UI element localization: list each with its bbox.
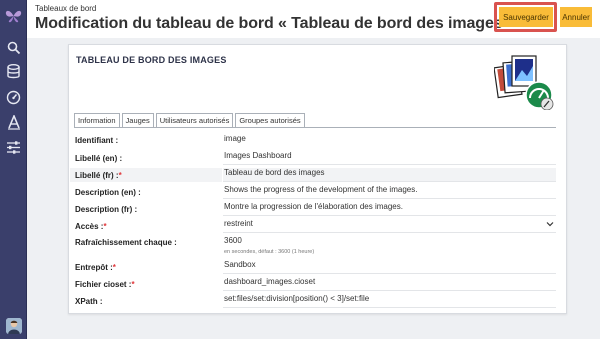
field-label-xpath: XPath :: [75, 297, 103, 306]
user-avatar[interactable]: [6, 318, 22, 334]
field-input-libelle-fr[interactable]: Tableau de bord des images: [223, 168, 556, 182]
breadcrumb[interactable]: Tableaux de bord: [35, 4, 96, 13]
field-input-libelle-en[interactable]: Images Dashboard: [223, 151, 556, 165]
page-title: Modification du tableau de bord « Tablea…: [35, 15, 516, 32]
form-tabs: Information Jauges Utilisateurs autorisé…: [74, 113, 305, 127]
field-label-libelle-en: Libellé (en) :: [75, 154, 123, 163]
field-label-entrepot: Entrepôt :*: [75, 263, 116, 272]
butterfly-logo-icon[interactable]: [4, 6, 23, 25]
card-title-text: Tableau de bord des images: [76, 55, 227, 65]
database-icon[interactable]: [4, 62, 23, 81]
required-marker: *: [131, 280, 135, 289]
typography-icon[interactable]: [4, 113, 23, 132]
field-label-description-en: Description (en) :: [75, 188, 141, 197]
field-input-rafraichissement[interactable]: 3600: [223, 236, 556, 250]
sliders-icon[interactable]: [4, 138, 23, 157]
field-input-description-fr[interactable]: Montre la progression de l'élaboration d…: [223, 202, 556, 216]
field-input-xpath[interactable]: set:files/set:division[position() < 3]/s…: [223, 294, 556, 308]
tab-divider: [74, 127, 556, 128]
required-marker: *: [118, 171, 122, 180]
field-label-acces: Accès :*: [75, 222, 107, 231]
field-hint-rafraichissement: en secondes, défaut : 3600 (1 heure): [224, 249, 315, 255]
field-input-description-en[interactable]: Shows the progress of the development of…: [223, 185, 556, 199]
field-label-fichier-cioset: Fichier cioset :*: [75, 280, 135, 289]
field-select-acces[interactable]: restreint: [223, 219, 556, 233]
save-button[interactable]: Sauvegarder: [499, 7, 553, 27]
tab-groupes-autorises[interactable]: Groupes autorisés: [235, 113, 305, 127]
sidebar: [0, 0, 27, 339]
select-value: restreint: [224, 219, 253, 228]
cancel-button[interactable]: Annuler: [560, 7, 592, 27]
field-label-libelle-fr: Libellé (fr) :*: [75, 171, 122, 180]
search-icon[interactable]: [4, 38, 23, 57]
tab-information[interactable]: Information: [74, 113, 120, 127]
dashboard-images-icon: [493, 52, 556, 111]
required-marker: *: [103, 222, 107, 231]
field-input-entrepot[interactable]: Sandbox: [223, 260, 556, 274]
card-title: Tableau de bord des images: [76, 55, 227, 65]
field-label-description-fr: Description (fr) :: [75, 205, 138, 214]
field-label-rafraichissement: Rafraîchissement chaque :: [75, 238, 177, 247]
tab-utilisateurs-autorises[interactable]: Utilisateurs autorisés: [155, 113, 234, 127]
field-input-fichier-cioset[interactable]: dashboard_images.cioset: [223, 277, 556, 291]
field-value-identifiant: image: [224, 134, 246, 143]
dashboard-gauge-icon[interactable]: [4, 88, 23, 107]
required-marker: *: [112, 263, 116, 272]
tab-jauges[interactable]: Jauges: [121, 113, 154, 127]
chevron-down-icon: [546, 220, 554, 230]
field-label-identifiant: Identifiant :: [75, 136, 119, 145]
